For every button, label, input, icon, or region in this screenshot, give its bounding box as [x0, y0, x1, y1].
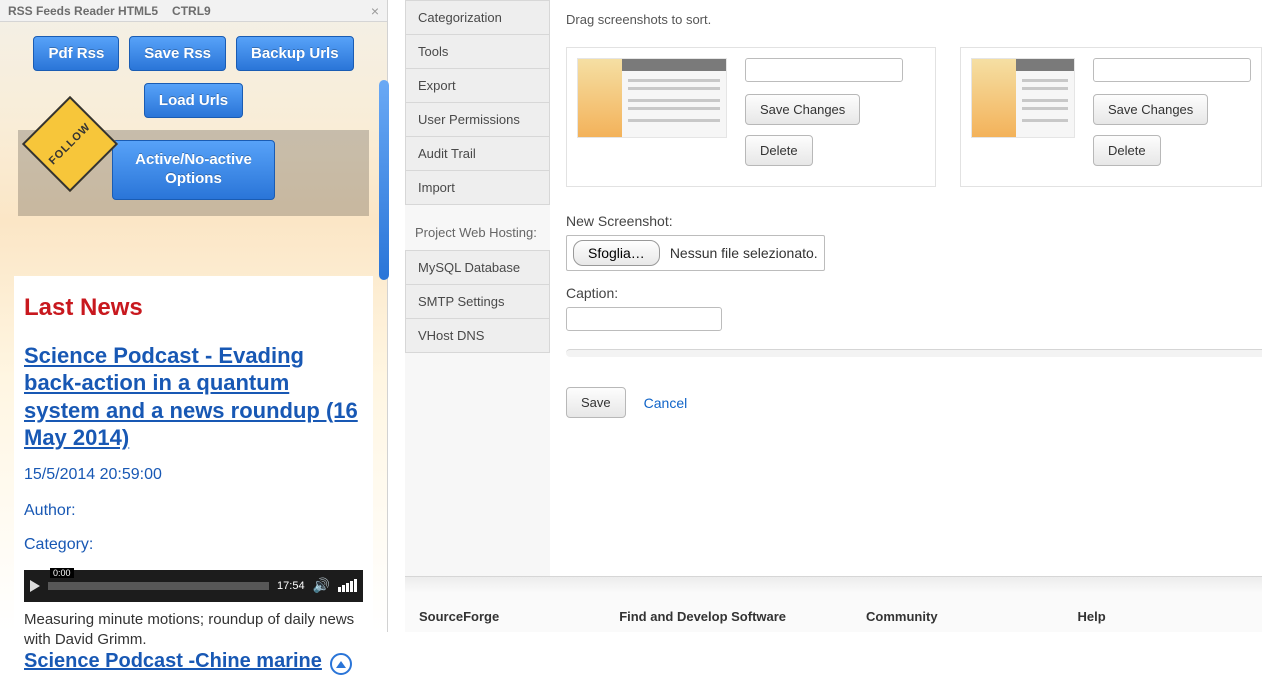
next-news-link[interactable]: Science Podcast -Chine marine: [24, 650, 322, 672]
news-title-link[interactable]: Science Podcast - Evading back-action in…: [24, 342, 363, 452]
sidebar-item-smtp[interactable]: SMTP Settings: [406, 285, 549, 319]
no-file-text: Nessun file selezionato.: [670, 245, 818, 261]
caption-label: Caption:: [566, 285, 1262, 301]
news-author-label: Author:: [24, 502, 363, 520]
load-urls-button[interactable]: Load Urls: [144, 83, 243, 118]
audio-player[interactable]: 0:00 17:54 🔊: [24, 570, 363, 602]
audio-track[interactable]: 0:00: [48, 582, 269, 590]
delete-button[interactable]: Delete: [745, 135, 813, 166]
sidebar-item-vhost[interactable]: VHost DNS: [406, 319, 549, 352]
drag-hint: Drag screenshots to sort.: [566, 12, 1262, 27]
delete-button[interactable]: Delete: [1093, 135, 1161, 166]
panel-titlebar: RSS Feeds Reader HTML5 CTRL9 ×: [0, 0, 387, 22]
hosting-section-label: Project Web Hosting:: [405, 205, 550, 250]
divider: [566, 349, 1262, 357]
footer-col-help[interactable]: Help: [1078, 609, 1106, 624]
save-changes-button[interactable]: Save Changes: [1093, 94, 1208, 125]
page-footer: SourceForge Find and Develop Software Co…: [405, 576, 1262, 632]
screenshot-card[interactable]: Save Changes Delete: [566, 47, 936, 187]
audio-position: 0:00: [50, 568, 74, 578]
new-screenshot-label: New Screenshot:: [566, 213, 1262, 229]
screenshot-caption-input[interactable]: [1093, 58, 1251, 82]
panel-resize-handle[interactable]: [379, 80, 389, 280]
sidebar-item-tools[interactable]: Tools: [406, 35, 549, 69]
footer-col-sourceforge[interactable]: SourceForge: [419, 609, 499, 624]
screenshots-editor: Drag screenshots to sort. Save Changes D…: [556, 0, 1262, 632]
panel-shortcut: CTRL9: [172, 4, 211, 18]
footer-col-community[interactable]: Community: [866, 609, 938, 624]
caption-input[interactable]: [566, 307, 722, 331]
sidebar-item-audit-trail[interactable]: Audit Trail: [406, 137, 549, 171]
rss-sidebar-panel: RSS Feeds Reader HTML5 CTRL9 × Pdf Rss S…: [0, 0, 388, 632]
sidebar-item-import[interactable]: Import: [406, 171, 549, 204]
sidebar-item-user-permissions[interactable]: User Permissions: [406, 103, 549, 137]
screenshot-caption-input[interactable]: [745, 58, 903, 82]
save-changes-button[interactable]: Save Changes: [745, 94, 860, 125]
screenshot-thumbnail[interactable]: [577, 58, 727, 138]
news-summary: Measuring minute motions; roundup of dai…: [24, 610, 363, 651]
cancel-link[interactable]: Cancel: [644, 395, 688, 411]
backup-urls-button[interactable]: Backup Urls: [236, 36, 354, 71]
last-news-heading: Last News: [24, 294, 363, 322]
news-category-label: Category:: [24, 536, 363, 554]
volume-icon[interactable]: 🔊: [313, 577, 330, 594]
save-rss-button[interactable]: Save Rss: [129, 36, 226, 71]
news-date: 15/5/2014 20:59:00: [24, 466, 363, 484]
active-options-button[interactable]: Active/No-active Options: [112, 140, 275, 200]
audio-duration: 17:54: [277, 580, 305, 592]
sidebar-item-export[interactable]: Export: [406, 69, 549, 103]
sidebar-item-categorization[interactable]: Categorization: [406, 1, 549, 35]
footer-col-find[interactable]: Find and Develop Software: [619, 609, 786, 624]
news-card: Last News Science Podcast - Evading back…: [14, 276, 373, 685]
browse-button[interactable]: Sfoglia…: [573, 240, 660, 266]
play-icon[interactable]: [30, 580, 40, 592]
scroll-top-icon[interactable]: [330, 653, 352, 675]
pdf-rss-button[interactable]: Pdf Rss: [33, 36, 119, 71]
panel-title: RSS Feeds Reader HTML5: [8, 4, 158, 18]
volume-bars[interactable]: [338, 579, 357, 592]
save-button[interactable]: Save: [566, 387, 626, 418]
screenshot-card[interactable]: Save Changes Delete: [960, 47, 1262, 187]
sidebar-item-mysql[interactable]: MySQL Database: [406, 251, 549, 285]
admin-sidebar: Categorization Tools Export User Permiss…: [405, 0, 550, 632]
close-icon[interactable]: ×: [371, 3, 379, 19]
screenshot-thumbnail[interactable]: [971, 58, 1075, 138]
file-input-wrap: Sfoglia… Nessun file selezionato.: [566, 235, 825, 271]
